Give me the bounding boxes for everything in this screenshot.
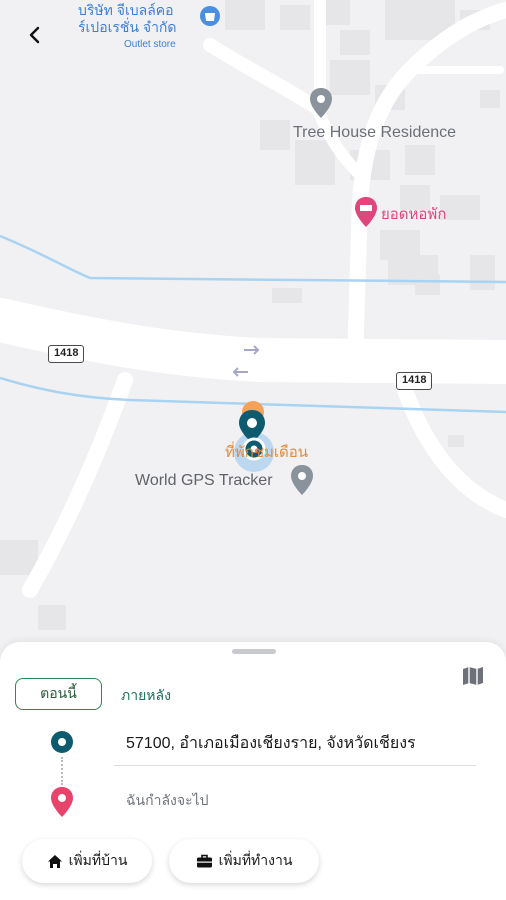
map-toggle-button[interactable] [462,666,484,686]
destination-field[interactable]: ฉันกำลังจะไป [126,790,209,812]
divider [114,765,476,766]
trip-sheet: ตอนนี้ ภายหลัง 57100, อำเภอเมืองเชียงราย… [0,642,506,900]
add-work-label: เพิ่มที่ทำงาน [218,852,293,868]
add-home-button[interactable]: เพิ่มที่บ้าน [22,839,152,883]
origin-dot-icon [51,731,73,753]
road-shield: 1418 [396,372,433,390]
tab-now[interactable]: ตอนนี้ [15,678,102,710]
poi-shop-name: บริษัท จีเบลล์คอ ร์เปอเรชั่น จำกัด [78,2,177,35]
poi-tree-house-label: Tree House Residence [293,124,457,141]
add-work-button[interactable]: เพิ่มที่ทำงาน [169,839,319,883]
sheet-drag-handle[interactable] [232,649,276,654]
tab-later[interactable]: ภายหลัง [121,685,171,707]
poi-hostel-label: ยอดหอพัก [381,206,447,223]
road-shield: 1418 [48,345,85,363]
map-roads [0,0,506,630]
poi-shop-sub: Outlet store [124,39,176,50]
origin-field[interactable]: 57100, อำเภอเมืองเชียงราย, จังหวัดเชียงร [126,731,416,756]
briefcase-icon [196,854,212,868]
poi-lodge-label: ที่พักชมเดือน [225,444,309,461]
destination-pin-icon [50,786,74,823]
home-icon [47,854,62,868]
map-view[interactable]: บริษัท จีเบลล์คอ ร์เปอเรชั่น จำกัด Outle… [0,0,506,660]
poi-pin-icon [291,465,313,495]
poi-shop-label: บริษัท จีเบลล์คอ ร์เปอเรชั่น จำกัด Outle… [78,2,177,53]
poi-world-gps-label: World GPS Tracker [135,472,273,489]
route-connector [61,757,63,785]
back-button[interactable] [18,18,52,52]
shop-pin-icon [200,6,220,26]
add-home-label: เพิ่มที่บ้าน [68,852,128,868]
map-icon [463,667,483,685]
chevron-left-icon [29,26,40,44]
